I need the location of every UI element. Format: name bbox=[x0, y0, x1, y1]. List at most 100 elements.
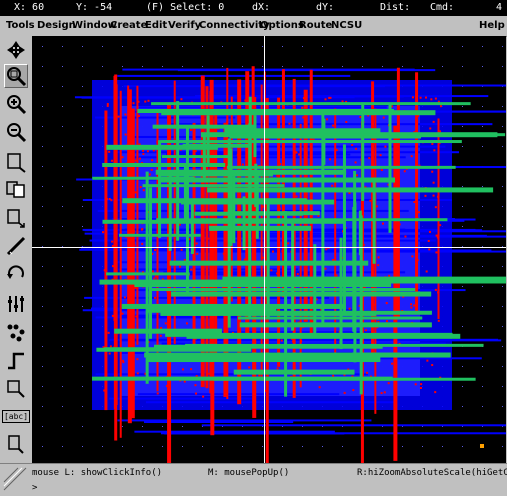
metal2-via bbox=[439, 130, 442, 133]
menu-verify[interactable]: Verify bbox=[168, 20, 201, 31]
metal2-via bbox=[276, 174, 279, 177]
cursor-marker bbox=[480, 444, 484, 448]
metal3-wire bbox=[151, 288, 416, 292]
metal2-via bbox=[166, 385, 169, 388]
metal2-via bbox=[380, 392, 383, 395]
label-tool[interactable]: [abc] bbox=[1, 404, 31, 428]
grid-dot bbox=[82, 146, 83, 147]
zoom-fit-tool[interactable] bbox=[4, 64, 28, 88]
copy-icon bbox=[6, 181, 25, 198]
grid-dot bbox=[502, 346, 503, 347]
grid-dot bbox=[262, 446, 263, 447]
grid-dot bbox=[82, 426, 83, 427]
metal2-via bbox=[114, 287, 117, 290]
property-icon bbox=[8, 296, 24, 312]
metal2-via bbox=[348, 307, 351, 310]
pointer-tool[interactable] bbox=[4, 38, 28, 62]
grid-dot bbox=[182, 426, 183, 427]
metal2-via bbox=[432, 120, 435, 123]
metal2-via bbox=[128, 276, 131, 279]
crosshair-vertical bbox=[264, 36, 265, 463]
grid-dot bbox=[482, 226, 483, 227]
metal1-wire bbox=[201, 424, 506, 427]
metal2-via bbox=[383, 391, 386, 394]
metal2-via bbox=[431, 170, 434, 173]
delta-y-readout: dY: bbox=[316, 2, 335, 13]
grid-dot bbox=[302, 66, 303, 67]
zoom-out-tool[interactable] bbox=[4, 120, 28, 144]
metal2-wire bbox=[127, 85, 130, 332]
metal2-via bbox=[436, 236, 439, 239]
resize-grip-icon[interactable] bbox=[2, 466, 28, 492]
metal2-via bbox=[111, 245, 114, 248]
grid-dot bbox=[62, 66, 63, 67]
pin-tool[interactable] bbox=[4, 432, 28, 456]
path-tool[interactable] bbox=[4, 348, 28, 372]
grid-dot bbox=[142, 46, 143, 47]
metal2-via bbox=[202, 395, 205, 398]
metal2-via bbox=[121, 156, 124, 159]
copy-tool[interactable] bbox=[4, 178, 28, 202]
menu-route[interactable]: Route bbox=[299, 20, 332, 31]
grid-dot bbox=[502, 406, 503, 407]
metal2-via bbox=[411, 96, 414, 99]
metal2-via bbox=[332, 374, 335, 377]
grid-dot bbox=[322, 46, 323, 47]
metal2-via bbox=[195, 242, 198, 245]
grid-dot bbox=[82, 346, 83, 347]
undo-tool[interactable] bbox=[4, 262, 28, 286]
grid-dot bbox=[242, 446, 243, 447]
menu-create[interactable]: Create bbox=[110, 20, 147, 31]
metal2-via bbox=[335, 274, 338, 277]
menu-edit[interactable]: Edit bbox=[145, 20, 167, 31]
metal3-wire-v bbox=[322, 118, 326, 165]
command-prompt: > bbox=[32, 483, 38, 493]
menu-tools[interactable]: Tools bbox=[6, 20, 35, 31]
stretch-tool[interactable] bbox=[4, 150, 28, 174]
property-tool[interactable] bbox=[4, 292, 28, 316]
move-tool[interactable] bbox=[4, 206, 28, 230]
grid-dot bbox=[502, 266, 503, 267]
grid-dot bbox=[82, 366, 83, 367]
menu-options[interactable]: Options bbox=[260, 20, 304, 31]
grid-dot bbox=[462, 226, 463, 227]
metal2-via bbox=[302, 116, 305, 119]
menu-ncsu[interactable]: NCSU bbox=[331, 20, 362, 31]
grid-dot bbox=[482, 46, 483, 47]
menu-help[interactable]: Help bbox=[479, 20, 505, 31]
metal2-via bbox=[292, 184, 295, 187]
grid-dot bbox=[482, 186, 483, 187]
metal3-wire bbox=[152, 124, 256, 129]
grid-dot bbox=[222, 46, 223, 47]
instance-tool[interactable] bbox=[4, 376, 28, 400]
metal2-via bbox=[222, 252, 225, 255]
hierarchy-tool[interactable] bbox=[4, 320, 28, 344]
metal3-wire bbox=[144, 352, 451, 358]
grid-dot bbox=[482, 306, 483, 307]
grid-dot bbox=[82, 46, 83, 47]
grid-dot bbox=[502, 106, 503, 107]
metal2-via bbox=[194, 384, 197, 387]
zoom-in-tool[interactable] bbox=[4, 92, 28, 116]
ruler-tool[interactable] bbox=[4, 234, 28, 258]
grid-dot bbox=[422, 46, 423, 47]
menu-design[interactable]: Design bbox=[37, 20, 76, 31]
tool-palette: [abc] bbox=[0, 36, 32, 463]
metal3-wire bbox=[104, 347, 165, 351]
metal2-via bbox=[151, 159, 154, 162]
grid-dot bbox=[62, 186, 63, 187]
grid-dot bbox=[482, 326, 483, 327]
metal2-via bbox=[437, 319, 440, 322]
metal1-wire bbox=[164, 432, 345, 435]
delta-x-readout: dX: bbox=[252, 2, 271, 13]
grid-dot bbox=[422, 66, 423, 67]
metal2-via bbox=[419, 387, 422, 390]
selection-count: (F) Select: 0 bbox=[146, 2, 225, 13]
metal2-via bbox=[391, 362, 394, 365]
grid-dot bbox=[82, 226, 83, 227]
layout-canvas[interactable] bbox=[32, 36, 506, 463]
metal2-via bbox=[351, 144, 354, 147]
metal3-wire-v bbox=[232, 176, 236, 244]
metal2-via bbox=[432, 194, 435, 197]
grid-dot bbox=[102, 426, 103, 427]
